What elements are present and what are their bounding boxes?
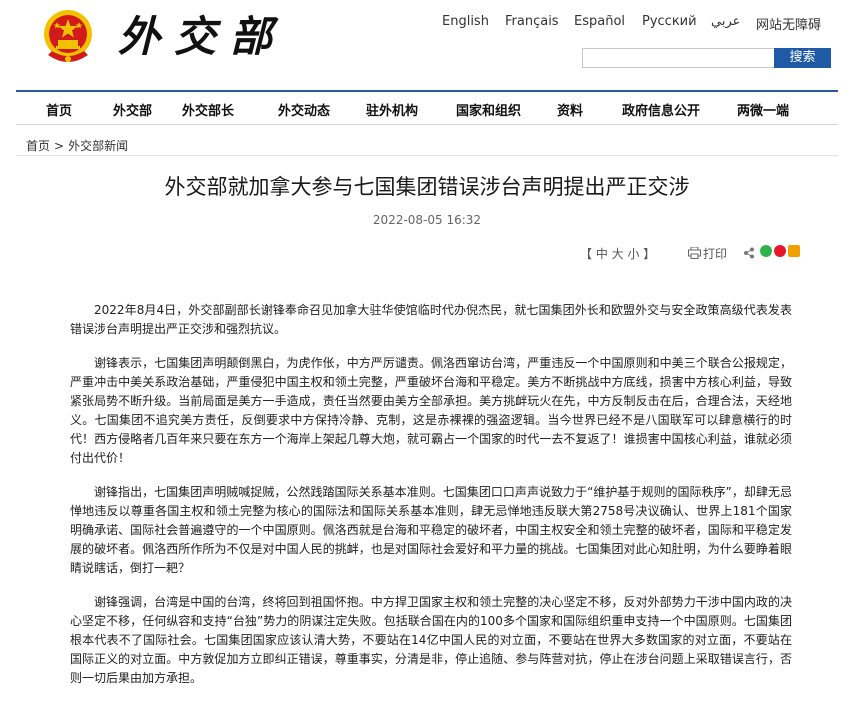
search-input[interactable]	[582, 48, 776, 68]
lang-russian-link[interactable]: Русский	[642, 14, 697, 29]
wechat-share-icon[interactable]	[760, 245, 772, 257]
lang-spanish-link[interactable]: Español	[574, 14, 625, 29]
search-button[interactable]: 搜索	[774, 48, 831, 68]
font-size-switch[interactable]: 【 中 大 小 】	[580, 245, 655, 262]
article-title: 外交部就加拿大参与七国集团错误涉台声明提出严正交涉	[164, 175, 690, 199]
nav-item-social-media[interactable]: 两微一端	[737, 100, 789, 119]
weibo-share-icon[interactable]	[774, 245, 786, 257]
nav-item-ministry[interactable]: 外交部	[113, 100, 152, 119]
article-paragraph: 2022年8月4日，外交部副部长谢锋奉命召见加拿大驻华使馆临时代办倪杰民，就七国…	[70, 303, 792, 336]
nav-item-diplomatic-news[interactable]: 外交动态	[278, 100, 330, 119]
lang-english-link[interactable]: English	[442, 14, 489, 29]
article-paragraph: 谢锋表示，七国集团声明颠倒黑白，为虎作伥，中方严厉谴责。佩洛西窜访台湾，严重违反…	[70, 356, 792, 465]
nav-item-countries[interactable]: 国家和组织	[456, 100, 521, 119]
nav-item-missions[interactable]: 驻外机构	[366, 100, 418, 119]
breadcrumb-separator: >	[54, 139, 65, 153]
article-paragraph: 谢锋指出，七国集团声明贼喊捉贼，公然践踏国际关系基本准则。七国集团口口声声说致力…	[70, 485, 792, 575]
qzone-share-icon[interactable]	[788, 245, 800, 257]
lang-french-link[interactable]: Français	[505, 14, 559, 29]
nav-item-minister[interactable]: 外交部长	[182, 100, 234, 119]
print-link[interactable]: 打印	[703, 245, 727, 262]
article-paragraph: 谢锋强调，台湾是中国的台湾，终将回到祖国怀抱。中方捍卫国家主权和领土完整的决心坚…	[70, 595, 792, 685]
nav-item-resources[interactable]: 资料	[557, 100, 583, 119]
article-date: 2022-08-05 16:32	[372, 213, 482, 227]
lang-arabic-link[interactable]: عربي	[711, 14, 740, 29]
main-nav: 首页 外交部 外交部长 外交动态 驻外机构 国家和组织 资料 政府信息公开 两微…	[16, 90, 838, 125]
breadcrumb: 首页 > 外交部新闻	[26, 137, 128, 154]
breadcrumb-current-link[interactable]: 外交部新闻	[68, 139, 128, 153]
accessibility-link[interactable]: 网站无障碍	[756, 14, 821, 33]
breadcrumb-divider	[16, 155, 838, 156]
article-body: 2022年8月4日，外交部副部长谢锋奉命召见加拿大驻华使馆临时代办倪杰民，就七国…	[70, 301, 792, 703]
national-emblem-icon[interactable]	[42, 7, 94, 65]
breadcrumb-home-link[interactable]: 首页	[26, 139, 50, 153]
printer-icon[interactable]	[688, 247, 701, 259]
nav-item-home[interactable]: 首页	[46, 100, 72, 119]
search-bar: 搜索	[582, 48, 831, 68]
site-logo-text[interactable]: 外交部	[118, 6, 286, 68]
site-header: 外交部 English Français Español Русский عرب…	[0, 0, 854, 88]
nav-item-gov-info[interactable]: 政府信息公开	[622, 100, 700, 119]
share-icon[interactable]	[743, 247, 755, 259]
